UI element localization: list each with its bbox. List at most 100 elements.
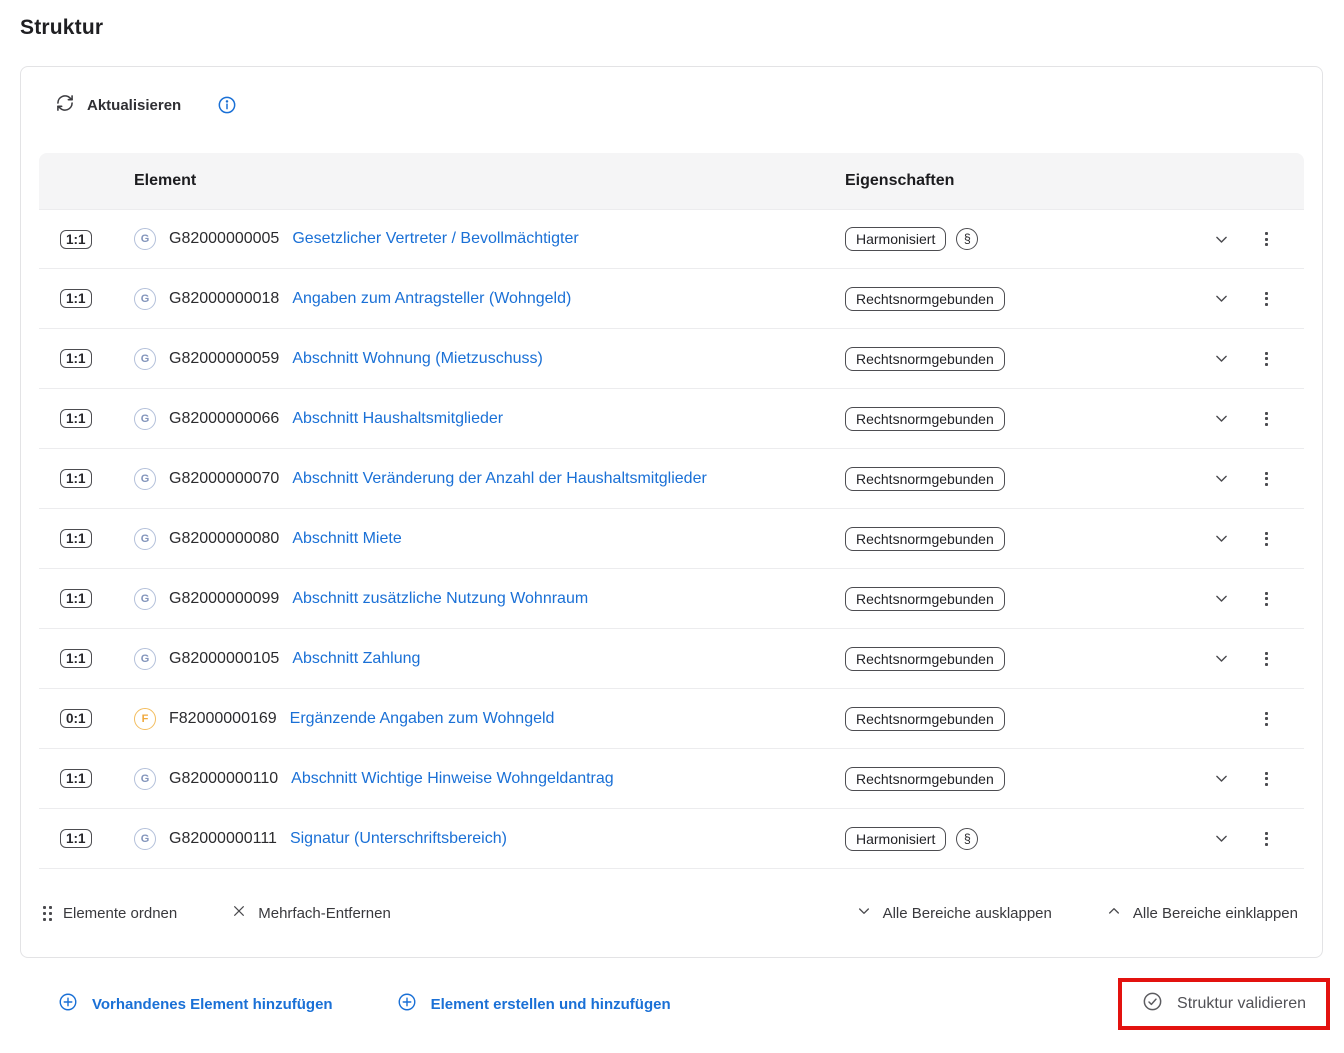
validate-structure-button[interactable]: Struktur validieren — [1142, 991, 1306, 1017]
table-row: 1:1 G G82000000070 Abschnitt Veränderung… — [39, 449, 1304, 509]
element-id: G82000000059 — [169, 350, 279, 368]
expand-all-label: Alle Bereiche ausklappen — [883, 905, 1052, 922]
element-link[interactable]: Abschnitt Haushaltsmitglieder — [292, 410, 503, 428]
chevron-down-icon — [1213, 530, 1230, 547]
cardinality-badge: 1:1 — [60, 289, 92, 308]
table-row: 1:1 G G82000000105 Abschnitt Zahlung Rec… — [39, 629, 1304, 689]
element-link[interactable]: Signatur (Unterschriftsbereich) — [290, 830, 507, 848]
add-existing-element-button[interactable]: Vorhandenes Element hinzufügen — [58, 992, 333, 1016]
element-link[interactable]: Abschnitt Veränderung der Anzahl der Hau… — [292, 470, 706, 488]
chevron-down-icon — [1213, 410, 1230, 427]
property-badge: Harmonisiert — [845, 827, 946, 851]
chevron-up-icon — [1106, 903, 1122, 923]
expand-chevron-button[interactable] — [1199, 809, 1244, 868]
property-badge: Rechtsnormgebunden — [845, 287, 1005, 311]
element-type-icon: G — [134, 528, 156, 550]
structure-panel: Aktualisieren Element Eigenschaften 1:1 … — [20, 66, 1323, 958]
expand-chevron-button[interactable] — [1199, 569, 1244, 628]
expand-chevron-button[interactable] — [1199, 629, 1244, 688]
expand-chevron-button[interactable] — [1199, 749, 1244, 808]
element-id: G82000000080 — [169, 530, 279, 548]
table-row: 1:1 G G82000000018 Angaben zum Antragste… — [39, 269, 1304, 329]
element-link[interactable]: Abschnitt Wohnung (Mietzuschuss) — [292, 350, 542, 368]
property-badge: Rechtsnormgebunden — [845, 347, 1005, 371]
expand-all-button[interactable]: Alle Bereiche ausklappen — [856, 903, 1052, 923]
element-id: F82000000169 — [169, 710, 277, 728]
cardinality-badge: 1:1 — [60, 230, 92, 249]
element-type-icon: G — [134, 768, 156, 790]
element-link[interactable]: Abschnitt Zahlung — [292, 650, 420, 668]
expand-chevron-button[interactable] — [1199, 509, 1244, 568]
kebab-menu-icon — [1265, 712, 1268, 726]
element-type-icon: G — [134, 348, 156, 370]
table-row: 1:1 G G82000000111 Signatur (Unterschrif… — [39, 809, 1304, 869]
row-menu-button[interactable] — [1244, 449, 1289, 508]
cardinality-badge: 1:1 — [60, 589, 92, 608]
page-title: Struktur — [20, 16, 1344, 40]
chevron-down-icon — [1213, 350, 1230, 367]
chevron-down-icon — [856, 903, 872, 923]
row-menu-button[interactable] — [1244, 269, 1289, 328]
struktur-page: Struktur Aktualisieren — [0, 0, 1344, 1030]
element-link[interactable]: Abschnitt Wichtige Hinweise Wohngeldantr… — [291, 770, 614, 788]
row-menu-button[interactable] — [1244, 569, 1289, 628]
refresh-label: Aktualisieren — [87, 97, 181, 114]
kebab-menu-icon — [1265, 652, 1268, 666]
collapse-all-button[interactable]: Alle Bereiche einklappen — [1106, 903, 1298, 923]
table-row: 1:1 G G82000000080 Abschnitt Miete Recht… — [39, 509, 1304, 569]
kebab-menu-icon — [1265, 832, 1268, 846]
property-badge: Harmonisiert — [845, 227, 946, 251]
element-type-icon: G — [134, 228, 156, 250]
chevron-down-icon — [1213, 470, 1230, 487]
row-menu-button[interactable] — [1244, 210, 1289, 268]
expand-chevron-button[interactable] — [1199, 389, 1244, 448]
element-link[interactable]: Angaben zum Antragsteller (Wohngeld) — [292, 290, 571, 308]
kebab-menu-icon — [1265, 352, 1268, 366]
structure-table: Element Eigenschaften 1:1 G G82000000005… — [39, 153, 1304, 957]
row-menu-button[interactable] — [1244, 629, 1289, 688]
validate-structure-label: Struktur validieren — [1177, 995, 1306, 1013]
row-menu-button[interactable] — [1244, 509, 1289, 568]
expand-chevron-button[interactable] — [1199, 329, 1244, 388]
cardinality-badge: 0:1 — [60, 709, 92, 728]
plus-circle-icon — [397, 992, 417, 1016]
info-icon[interactable] — [217, 95, 237, 115]
element-link[interactable]: Abschnitt Miete — [292, 530, 401, 548]
table-row: 1:1 G G82000000066 Abschnitt Haushaltsmi… — [39, 389, 1304, 449]
row-menu-button[interactable] — [1244, 689, 1289, 748]
element-link[interactable]: Ergänzende Angaben zum Wohngeld — [290, 710, 555, 728]
row-menu-button[interactable] — [1244, 389, 1289, 448]
element-type-icon: G — [134, 288, 156, 310]
expand-chevron-button[interactable] — [1199, 269, 1244, 328]
expand-chevron-button[interactable] — [1199, 210, 1244, 268]
element-id: G82000000070 — [169, 470, 279, 488]
paragraph-icon: § — [956, 828, 978, 850]
paragraph-icon: § — [956, 228, 978, 250]
property-badge: Rechtsnormgebunden — [845, 707, 1005, 731]
element-type-icon: G — [134, 468, 156, 490]
expand-chevron-button[interactable] — [1199, 449, 1244, 508]
row-menu-button[interactable] — [1244, 809, 1289, 868]
cardinality-badge: 1:1 — [60, 529, 92, 548]
drag-handle-icon — [43, 906, 52, 921]
multi-remove-label: Mehrfach-Entfernen — [258, 905, 391, 922]
element-link[interactable]: Gesetzlicher Vertreter / Bevollmächtigte… — [292, 230, 578, 248]
element-type-icon: G — [134, 408, 156, 430]
table-header-row: Element Eigenschaften — [39, 153, 1304, 209]
property-badge: Rechtsnormgebunden — [845, 527, 1005, 551]
create-and-add-element-button[interactable]: Element erstellen und hinzufügen — [397, 992, 671, 1016]
element-link[interactable]: Abschnitt zusätzliche Nutzung Wohnraum — [292, 590, 588, 608]
row-menu-button[interactable] — [1244, 749, 1289, 808]
chevron-down-icon — [1213, 770, 1230, 787]
kebab-menu-icon — [1265, 412, 1268, 426]
cardinality-badge: 1:1 — [60, 769, 92, 788]
cardinality-badge: 1:1 — [60, 829, 92, 848]
refresh-button[interactable]: Aktualisieren — [55, 93, 181, 117]
order-elements-button[interactable]: Elemente ordnen — [43, 905, 177, 922]
multi-remove-button[interactable]: Mehrfach-Entfernen — [231, 903, 391, 923]
element-type-icon: F — [134, 708, 156, 730]
row-menu-button[interactable] — [1244, 329, 1289, 388]
element-type-icon: G — [134, 828, 156, 850]
property-badge: Rechtsnormgebunden — [845, 767, 1005, 791]
property-badge: Rechtsnormgebunden — [845, 467, 1005, 491]
